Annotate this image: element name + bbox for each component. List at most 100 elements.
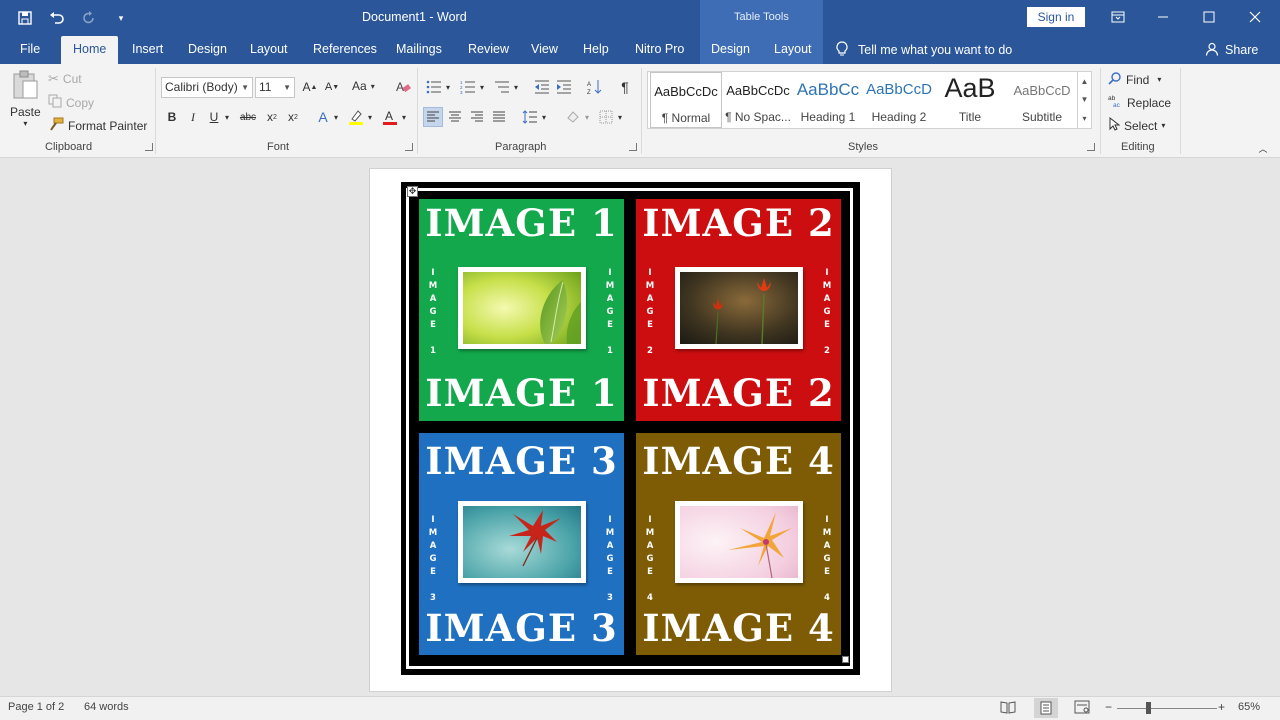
copy-button[interactable]: Copy (48, 94, 94, 111)
align-center-icon[interactable] (445, 107, 465, 127)
maximize-icon[interactable] (1197, 6, 1221, 28)
underline-dropdown-icon[interactable]: ▾ (222, 107, 232, 127)
tab-references[interactable]: References (313, 36, 377, 64)
style-subtitle[interactable]: AaBbCcD Subtitle (1006, 72, 1078, 128)
sort-icon[interactable]: AZ (585, 77, 605, 97)
format-painter-button[interactable]: Format Painter (48, 117, 147, 134)
more-styles-icon[interactable]: ▾ (1082, 114, 1086, 123)
replace-button[interactable]: ab ac Replace (1108, 94, 1171, 111)
tab-view[interactable]: View (531, 36, 558, 64)
line-spacing-icon[interactable] (520, 107, 540, 127)
paste-dropdown-icon[interactable]: ▾ (23, 119, 27, 128)
web-layout-icon[interactable] (1074, 700, 1090, 717)
ribbon-display-options-icon[interactable] (1106, 6, 1130, 28)
change-case-button[interactable]: Aa ▾ (352, 79, 375, 93)
photo-leaf[interactable] (458, 267, 586, 349)
share-button[interactable]: Share (1205, 36, 1258, 64)
line-spacing-dropdown-icon[interactable]: ▾ (539, 107, 549, 127)
multilevel-list-icon[interactable] (492, 77, 512, 97)
paste-button[interactable]: Paste ▾ (10, 70, 41, 128)
show-formatting-icon[interactable]: ¶ (615, 77, 635, 97)
text-effects-icon[interactable]: A (313, 107, 333, 127)
table-cell-1[interactable]: IMAGE 1 IMAGE 1 IMAGE 1 IMAGE 1 (419, 199, 624, 421)
minimize-icon[interactable] (1151, 6, 1175, 28)
grow-font-icon[interactable]: A ▲ (300, 77, 320, 97)
change-case-dropdown-icon[interactable]: ▾ (371, 82, 375, 91)
customize-qat-icon[interactable]: ▾ (110, 7, 132, 29)
photo-flower-pink[interactable] (675, 501, 803, 583)
table-cell-3[interactable]: IMAGE 3 IMAGE 3 IMAGE 3 IMAGE 3 (419, 433, 624, 655)
superscript-icon[interactable]: x2 (283, 107, 303, 127)
word-count[interactable]: 64 words (84, 701, 129, 713)
highlight-dropdown-icon[interactable]: ▾ (365, 107, 375, 127)
tab-mailings[interactable]: Mailings (396, 36, 442, 64)
print-layout-icon[interactable] (1034, 698, 1058, 718)
tab-file[interactable]: File (20, 36, 40, 64)
tab-nitro-pro[interactable]: Nitro Pro (635, 36, 684, 64)
borders-dropdown-icon[interactable]: ▾ (615, 107, 625, 127)
zoom-out-icon[interactable]: − (1105, 700, 1112, 714)
read-mode-icon[interactable] (1000, 700, 1016, 717)
tab-insert[interactable]: Insert (132, 36, 163, 64)
bullets-dropdown-icon[interactable]: ▾ (443, 77, 453, 97)
tab-review[interactable]: Review (468, 36, 509, 64)
shading-dropdown-icon[interactable]: ▾ (582, 107, 592, 127)
font-name-dropdown-icon[interactable]: ▼ (241, 78, 249, 97)
clipboard-launcher-icon[interactable] (145, 143, 153, 151)
justify-icon[interactable] (489, 107, 509, 127)
close-icon[interactable] (1243, 6, 1267, 28)
scroll-up-icon[interactable]: ▲ (1081, 77, 1089, 86)
save-icon[interactable] (14, 7, 36, 29)
zoom-level[interactable]: 65% (1238, 701, 1260, 713)
strikethrough-icon[interactable]: abc (238, 107, 258, 127)
style-title[interactable]: AaB Title (934, 72, 1006, 128)
italic-icon[interactable]: I (183, 107, 203, 127)
table-move-handle-icon[interactable]: ✥ (407, 186, 418, 197)
style-no-spacing[interactable]: AaBbCcDc ¶ No Spac... (722, 72, 794, 128)
select-button[interactable]: Select ▾ (1108, 116, 1165, 134)
tab-table-layout[interactable]: Layout (774, 36, 812, 64)
font-size-dropdown-icon[interactable]: ▼ (283, 78, 291, 97)
tell-me-box[interactable]: Tell me what you want to do (836, 36, 1012, 64)
table-cell-4[interactable]: IMAGE 4 IMAGE 4 IMAGE 4 IMAGE 4 (636, 433, 841, 655)
style-heading-2[interactable]: AaBbCcD Heading 2 (863, 72, 935, 128)
font-color-dropdown-icon[interactable]: ▾ (399, 107, 409, 127)
style-normal[interactable]: AaBbCcDc ¶ Normal (650, 72, 722, 128)
sign-in-button[interactable]: Sign in (1027, 7, 1085, 27)
find-button[interactable]: Find ▾ (1108, 71, 1161, 88)
undo-icon[interactable] (46, 7, 68, 29)
numbering-dropdown-icon[interactable]: ▾ (477, 77, 487, 97)
styles-scrollbar[interactable]: ▲ ▼ ▾ (1077, 72, 1091, 128)
text-effects-dropdown-icon[interactable]: ▾ (331, 107, 341, 127)
tab-table-design[interactable]: Design (711, 36, 750, 64)
tab-help[interactable]: Help (583, 36, 609, 64)
highlight-icon[interactable] (346, 107, 366, 127)
photo-tulips[interactable] (675, 267, 803, 349)
photo-flower-blue[interactable] (458, 501, 586, 583)
find-dropdown-icon[interactable]: ▾ (1157, 75, 1161, 84)
borders-icon[interactable] (596, 107, 616, 127)
table-resize-handle-icon[interactable] (842, 656, 849, 663)
shading-icon[interactable] (563, 107, 583, 127)
font-name-combo[interactable]: Calibri (Body) ▼ (161, 77, 253, 98)
underline-icon[interactable]: U (204, 107, 224, 127)
font-launcher-icon[interactable] (405, 143, 413, 151)
styles-launcher-icon[interactable] (1087, 143, 1095, 151)
scroll-down-icon[interactable]: ▼ (1081, 95, 1089, 104)
numbering-icon[interactable]: 123 (458, 77, 478, 97)
align-right-icon[interactable] (467, 107, 487, 127)
subscript-icon[interactable]: x2 (262, 107, 282, 127)
align-left-icon[interactable] (423, 107, 443, 127)
font-color-icon[interactable]: A (380, 107, 400, 127)
clear-formatting-icon[interactable]: A (393, 77, 413, 97)
increase-indent-icon[interactable] (554, 77, 574, 97)
zoom-slider-thumb[interactable] (1146, 702, 1151, 714)
style-heading-1[interactable]: AaBbCc Heading 1 (792, 72, 864, 128)
tab-home[interactable]: Home (61, 36, 119, 64)
table-cell-2[interactable]: IMAGE 2 IMAGE 2 IMAGE 2 IMAGE 2 (636, 199, 841, 421)
decrease-indent-icon[interactable] (532, 77, 552, 97)
zoom-slider-track[interactable] (1117, 708, 1217, 709)
multilevel-dropdown-icon[interactable]: ▾ (511, 77, 521, 97)
bullets-icon[interactable] (424, 77, 444, 97)
tab-layout[interactable]: Layout (250, 36, 288, 64)
